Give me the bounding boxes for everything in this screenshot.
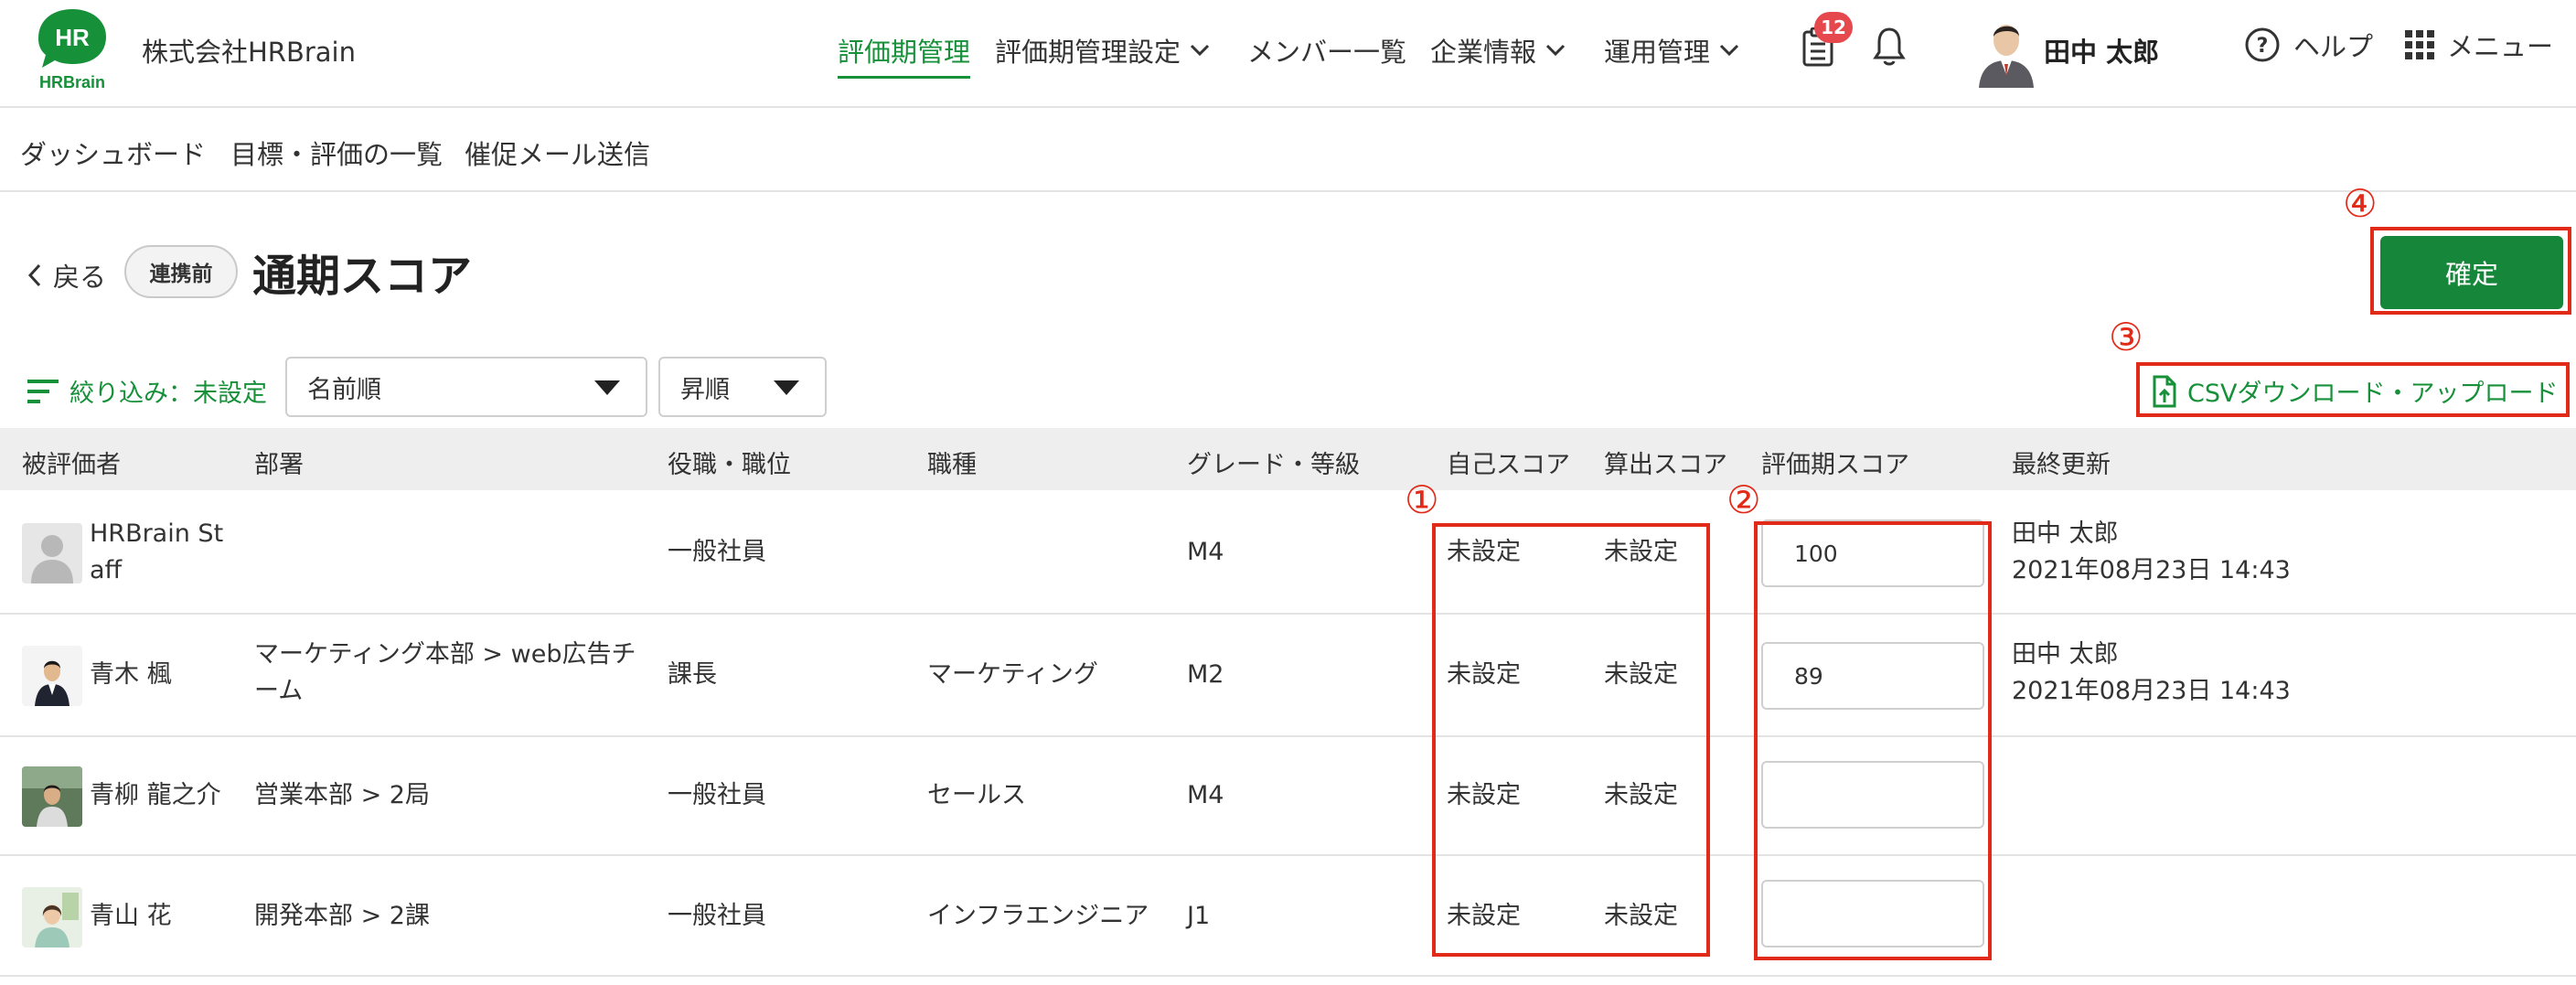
evaluatee-name[interactable]: 青山 花: [90, 898, 172, 935]
annotation-box-scores: [1432, 523, 1710, 957]
logo-mark-text: HR: [55, 24, 90, 51]
subnav-dashboard[interactable]: ダッシュボード: [20, 134, 206, 172]
job-type-cell: セールス: [927, 781, 1026, 809]
job-type-cell: インフラエンジニア: [927, 902, 1149, 930]
position-cell: 一般社員: [668, 902, 766, 930]
annotation-number-3: ③: [2109, 315, 2143, 359]
col-period-score[interactable]: 評価期スコア: [1761, 444, 1909, 480]
page-title: 通期スコア: [252, 251, 473, 302]
nav-label: メンバー一覧: [1247, 37, 1407, 68]
nav-member-list[interactable]: メンバー一覧: [1247, 31, 1406, 70]
position-cell: 一般社員: [668, 538, 766, 566]
department-cell: マーケティング本部 > web広告チ ーム: [254, 640, 636, 705]
job-type-cell: マーケティング: [927, 660, 1098, 689]
caret-down-icon: [774, 380, 799, 395]
default-avatar-icon: [22, 523, 82, 584]
user-name[interactable]: 田中 太郎: [2044, 31, 2159, 70]
table-row: HRBrain Staff 一般社員 M4 未設定 未設定 田中 太郎2021年…: [0, 490, 2576, 615]
top-header: HR HRBrain 株式会社HRBrain 評価期管理 評価期管理設定 メンバ…: [0, 0, 2576, 108]
department-cell: 営業本部 > 2局: [254, 781, 430, 809]
grade-cell: M4: [1187, 781, 1224, 809]
chevron-down-icon: [1545, 44, 1566, 57]
evaluatee-name[interactable]: HRBrain St aff: [90, 516, 223, 589]
subnav-goals-evaluations[interactable]: 目標・評価の一覧: [230, 134, 443, 172]
help-link[interactable]: ? ヘルプ: [2244, 26, 2373, 64]
sort-by-value: 名前順: [307, 375, 381, 404]
question-circle-icon: ?: [2245, 27, 2280, 62]
member-avatar: [22, 887, 82, 948]
last-updated-cell: 田中 太郎 2021年08月23日 14:43: [2012, 640, 2291, 705]
nav-evaluation-settings[interactable]: 評価期管理設定: [995, 31, 1210, 70]
sort-order-value: 昇順: [680, 375, 730, 404]
caret-down-icon: [594, 380, 620, 395]
table-row: 青木 楓 マーケティング本部 > web広告チ ーム 課長 マーケティング M2 …: [0, 615, 2576, 737]
menu-label: メニュー: [2447, 31, 2554, 62]
user-avatar[interactable]: [1975, 11, 2037, 88]
annotation-box-confirm: [2370, 227, 2571, 315]
annotation-box-period-score: [1754, 521, 1992, 960]
bell-icon[interactable]: [1873, 26, 1906, 68]
notification-count-badge: 12: [1814, 12, 1853, 43]
sub-navigation: ダッシュボード 目標・評価の一覧 催促メール送信: [0, 110, 2576, 192]
nav-label: 評価期管理設定: [995, 37, 1181, 68]
annotation-box-csv: [2136, 362, 2570, 417]
grade-cell: M4: [1187, 538, 1224, 566]
col-calculated-score[interactable]: 算出スコア: [1604, 444, 1727, 480]
nav-label: 企業情報: [1430, 37, 1537, 68]
col-grade[interactable]: グレード・等級: [1187, 444, 1360, 480]
table-row: 青山 花 開発本部 > 2課 一般社員 インフラエンジニア J1 未設定 未設定: [0, 856, 2576, 977]
grade-cell: M2: [1187, 660, 1224, 689]
col-last-updated[interactable]: 最終更新: [2012, 444, 2111, 480]
last-updated-cell: 田中 太郎 2021年08月23日 14:43: [2012, 519, 2291, 584]
logo-wordmark: HRBrain: [39, 73, 105, 91]
annotation-number-1: ①: [1405, 477, 1439, 522]
sort-by-select[interactable]: 名前順: [285, 357, 647, 417]
menu-button[interactable]: メニュー: [2405, 26, 2553, 64]
chevron-left-icon: [27, 263, 41, 287]
status-badge: 連携前: [124, 245, 238, 298]
help-label: ヘルプ: [2293, 31, 2374, 62]
company-name: 株式会社HRBrain: [142, 37, 356, 68]
department-cell: 開発本部 > 2課: [254, 902, 430, 930]
nav-label: 運用管理: [1604, 37, 1711, 68]
filter-toggle[interactable]: 絞り込み：未設定: [27, 373, 267, 409]
chevron-down-icon: [1719, 44, 1739, 57]
back-link[interactable]: 戻る: [27, 256, 106, 294]
subnav-reminder-mail[interactable]: 催促メール送信: [465, 134, 650, 172]
table-header: 被評価者 部署 役職・職位 職種 グレード・等級 自己スコア 算出スコア 評価期…: [0, 428, 2576, 490]
annotation-number-4: ④: [2343, 181, 2378, 226]
grade-cell: J1: [1187, 902, 1211, 930]
hrbrain-logo[interactable]: HR HRBrain: [31, 7, 113, 93]
evaluatee-name[interactable]: 青木 楓: [90, 657, 172, 693]
filter-label: 絞り込み：未設定: [69, 380, 267, 408]
chevron-down-icon: [1190, 44, 1210, 57]
nav-company-info[interactable]: 企業情報: [1430, 31, 1566, 70]
col-job-type[interactable]: 職種: [927, 444, 977, 480]
back-label: 戻る: [53, 262, 107, 293]
annotation-number-2: ②: [1726, 477, 1761, 522]
grid-menu-icon: [2405, 30, 2434, 59]
col-position[interactable]: 役職・職位: [668, 444, 791, 480]
col-evaluatee[interactable]: 被評価者: [22, 444, 121, 480]
table-row: 青柳 龍之介 営業本部 > 2局 一般社員 セールス M4 未設定 未設定: [0, 737, 2576, 856]
filter-lines-icon: [27, 379, 59, 403]
member-avatar: [22, 766, 82, 827]
nav-label: 評価期管理: [838, 37, 971, 68]
nav-operations[interactable]: 運用管理: [1604, 31, 1739, 70]
col-department[interactable]: 部署: [254, 444, 304, 480]
svg-text:?: ?: [2257, 35, 2269, 58]
evaluatee-name[interactable]: 青柳 龍之介: [90, 777, 221, 814]
position-cell: 課長: [668, 660, 717, 689]
sort-order-select[interactable]: 昇順: [658, 357, 827, 417]
nav-evaluation-period[interactable]: 評価期管理: [838, 31, 971, 79]
member-avatar: [22, 646, 82, 706]
col-self-score[interactable]: 自己スコア: [1447, 444, 1570, 480]
position-cell: 一般社員: [668, 781, 766, 809]
